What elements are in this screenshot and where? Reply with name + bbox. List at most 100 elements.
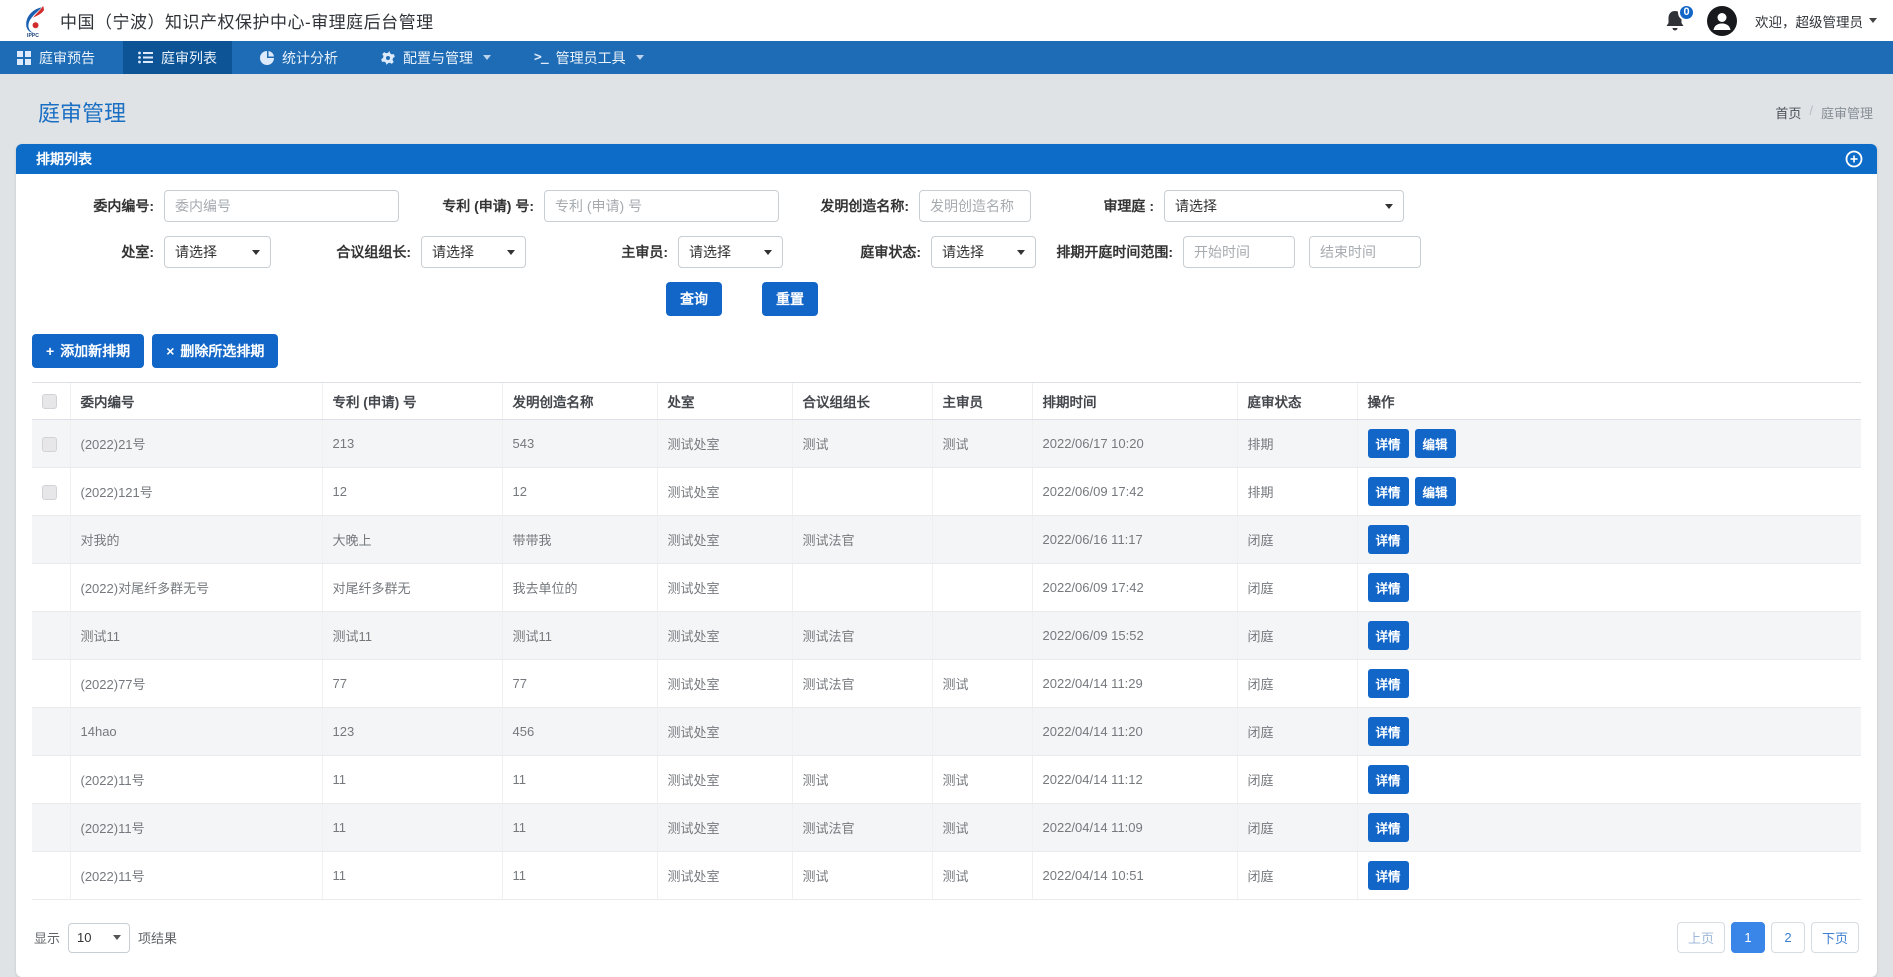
cell-panel-leader xyxy=(792,468,932,516)
gear-icon xyxy=(381,51,395,65)
nav-item-label: 管理员工具 xyxy=(556,48,626,68)
cell-trial-status: 排期 xyxy=(1237,468,1357,516)
add-schedule-button[interactable]: +添加新排期 xyxy=(32,334,144,368)
cell-case-number: 14hao xyxy=(70,708,322,756)
cell-patent-number: 11 xyxy=(322,804,502,852)
cell-judge: 测试 xyxy=(932,852,1032,900)
cell-patent-number: 213 xyxy=(322,420,502,468)
prev-page-button[interactable]: 上页 xyxy=(1677,922,1725,953)
judge-select-value: 请选择 xyxy=(689,242,731,262)
chevron-down-icon xyxy=(1017,250,1025,255)
chevron-down-icon xyxy=(1385,204,1393,209)
edit-button[interactable]: 编辑 xyxy=(1415,477,1456,506)
trial-status-select[interactable]: 请选择 xyxy=(931,236,1036,268)
cell-judge xyxy=(932,468,1032,516)
court-select[interactable]: 请选择 xyxy=(1164,190,1404,222)
nav-config-management[interactable]: 配置与管理 xyxy=(366,41,506,74)
nav-trial-preview[interactable]: 庭审预告 xyxy=(2,41,110,74)
filter-label-patent-number: 专利 (申请) 号: xyxy=(399,196,544,216)
user-menu[interactable]: 欢迎，超级管理员 xyxy=(1755,11,1877,31)
office-select[interactable]: 请选择 xyxy=(164,236,271,268)
nav-item-label: 配置与管理 xyxy=(403,48,473,68)
col-header: 庭审状态 xyxy=(1237,383,1357,420)
row-actions: 详情 xyxy=(1357,516,1861,564)
cell-office: 测试处室 xyxy=(657,516,792,564)
x-icon: × xyxy=(166,343,174,359)
detail-button[interactable]: 详情 xyxy=(1368,429,1409,458)
detail-button[interactable]: 详情 xyxy=(1368,765,1409,794)
row-actions: 详情编辑 xyxy=(1357,420,1861,468)
nav-trial-list[interactable]: 庭审列表 xyxy=(123,41,232,74)
start-time-input[interactable] xyxy=(1183,236,1295,268)
invention-name-input[interactable] xyxy=(919,190,1031,222)
row-actions: 详情 xyxy=(1357,612,1861,660)
col-header: 专利 (申请) 号 xyxy=(322,383,502,420)
chevron-down-icon xyxy=(252,250,260,255)
avatar[interactable] xyxy=(1707,6,1737,36)
col-header: 合议组组长 xyxy=(792,383,932,420)
cell-panel-leader: 测试 xyxy=(792,756,932,804)
delete-selected-button[interactable]: ×删除所选排期 xyxy=(152,334,278,368)
cell-judge xyxy=(932,612,1032,660)
svg-text:IPPC: IPPC xyxy=(27,33,39,38)
page-button-1[interactable]: 1 xyxy=(1731,922,1765,953)
patent-number-input[interactable] xyxy=(544,190,779,222)
cell-panel-leader: 测试法官 xyxy=(792,612,932,660)
pagination: 上页 1 2 下页 xyxy=(1677,922,1859,953)
detail-button[interactable]: 详情 xyxy=(1368,621,1409,650)
notifications-button[interactable]: 0 xyxy=(1663,8,1689,34)
nav-admin-tools[interactable]: >_ 管理员工具 xyxy=(519,41,659,74)
cell-panel-leader: 测试 xyxy=(792,420,932,468)
cell-case-number: (2022)121号 xyxy=(70,468,322,516)
nav-item-label: 统计分析 xyxy=(282,48,338,68)
breadcrumb-separator: / xyxy=(1809,103,1813,122)
cell-patent-number: 对尾纤多群无 xyxy=(322,564,502,612)
row-actions: 详情 xyxy=(1357,564,1861,612)
page-button-2[interactable]: 2 xyxy=(1771,922,1805,953)
end-time-input[interactable] xyxy=(1309,236,1421,268)
cell-office: 测试处室 xyxy=(657,708,792,756)
detail-button[interactable]: 详情 xyxy=(1368,717,1409,746)
detail-button[interactable]: 详情 xyxy=(1368,669,1409,698)
row-checkbox[interactable] xyxy=(42,437,57,452)
detail-button[interactable]: 详情 xyxy=(1368,813,1409,842)
cell-office: 测试处室 xyxy=(657,660,792,708)
judge-select[interactable]: 请选择 xyxy=(678,236,783,268)
cell-schedule-time: 2022/06/16 11:17 xyxy=(1032,516,1237,564)
search-button[interactable]: 查询 xyxy=(666,282,722,316)
breadcrumb-home[interactable]: 首页 xyxy=(1775,103,1801,122)
detail-button[interactable]: 详情 xyxy=(1368,525,1409,554)
notification-badge: 0 xyxy=(1678,4,1695,21)
panel-collapse-icon[interactable] xyxy=(1845,150,1863,168)
court-select-value: 请选择 xyxy=(1175,196,1217,216)
cell-schedule-time: 2022/06/09 17:42 xyxy=(1032,468,1237,516)
cell-judge: 测试 xyxy=(932,420,1032,468)
cell-schedule-time: 2022/06/09 15:52 xyxy=(1032,612,1237,660)
col-header: 操作 xyxy=(1357,383,1861,420)
select-all-checkbox[interactable] xyxy=(42,394,57,409)
cell-invention-name: 我去单位的 xyxy=(502,564,657,612)
cell-panel-leader: 测试 xyxy=(792,852,932,900)
edit-button[interactable]: 编辑 xyxy=(1415,429,1456,458)
nav-statistics[interactable]: 统计分析 xyxy=(245,41,353,74)
detail-button[interactable]: 详情 xyxy=(1368,861,1409,890)
detail-button[interactable]: 详情 xyxy=(1368,477,1409,506)
row-actions: 详情编辑 xyxy=(1357,468,1861,516)
cell-case-number: 对我的 xyxy=(70,516,322,564)
cell-panel-leader: 测试法官 xyxy=(792,660,932,708)
cell-invention-name: 11 xyxy=(502,756,657,804)
cell-invention-name: 543 xyxy=(502,420,657,468)
case-number-input[interactable] xyxy=(164,190,399,222)
per-page-select[interactable]: 10 xyxy=(68,923,130,953)
reset-button[interactable]: 重置 xyxy=(762,282,818,316)
panel-leader-select[interactable]: 请选择 xyxy=(421,236,526,268)
cell-schedule-time: 2022/06/17 10:20 xyxy=(1032,420,1237,468)
cell-office: 测试处室 xyxy=(657,420,792,468)
table-row: (2022)21号 213 543 测试处室 测试 测试 2022/06/17 … xyxy=(32,420,1861,468)
schedule-panel: 排期列表 委内编号: 专利 (申请) 号: 发明创造名称: 审理庭 : 请选择 … xyxy=(16,144,1877,977)
chevron-down-icon xyxy=(764,250,772,255)
detail-button[interactable]: 详情 xyxy=(1368,573,1409,602)
next-page-button[interactable]: 下页 xyxy=(1811,922,1859,953)
row-checkbox[interactable] xyxy=(42,485,57,500)
cell-invention-name: 测试11 xyxy=(502,612,657,660)
